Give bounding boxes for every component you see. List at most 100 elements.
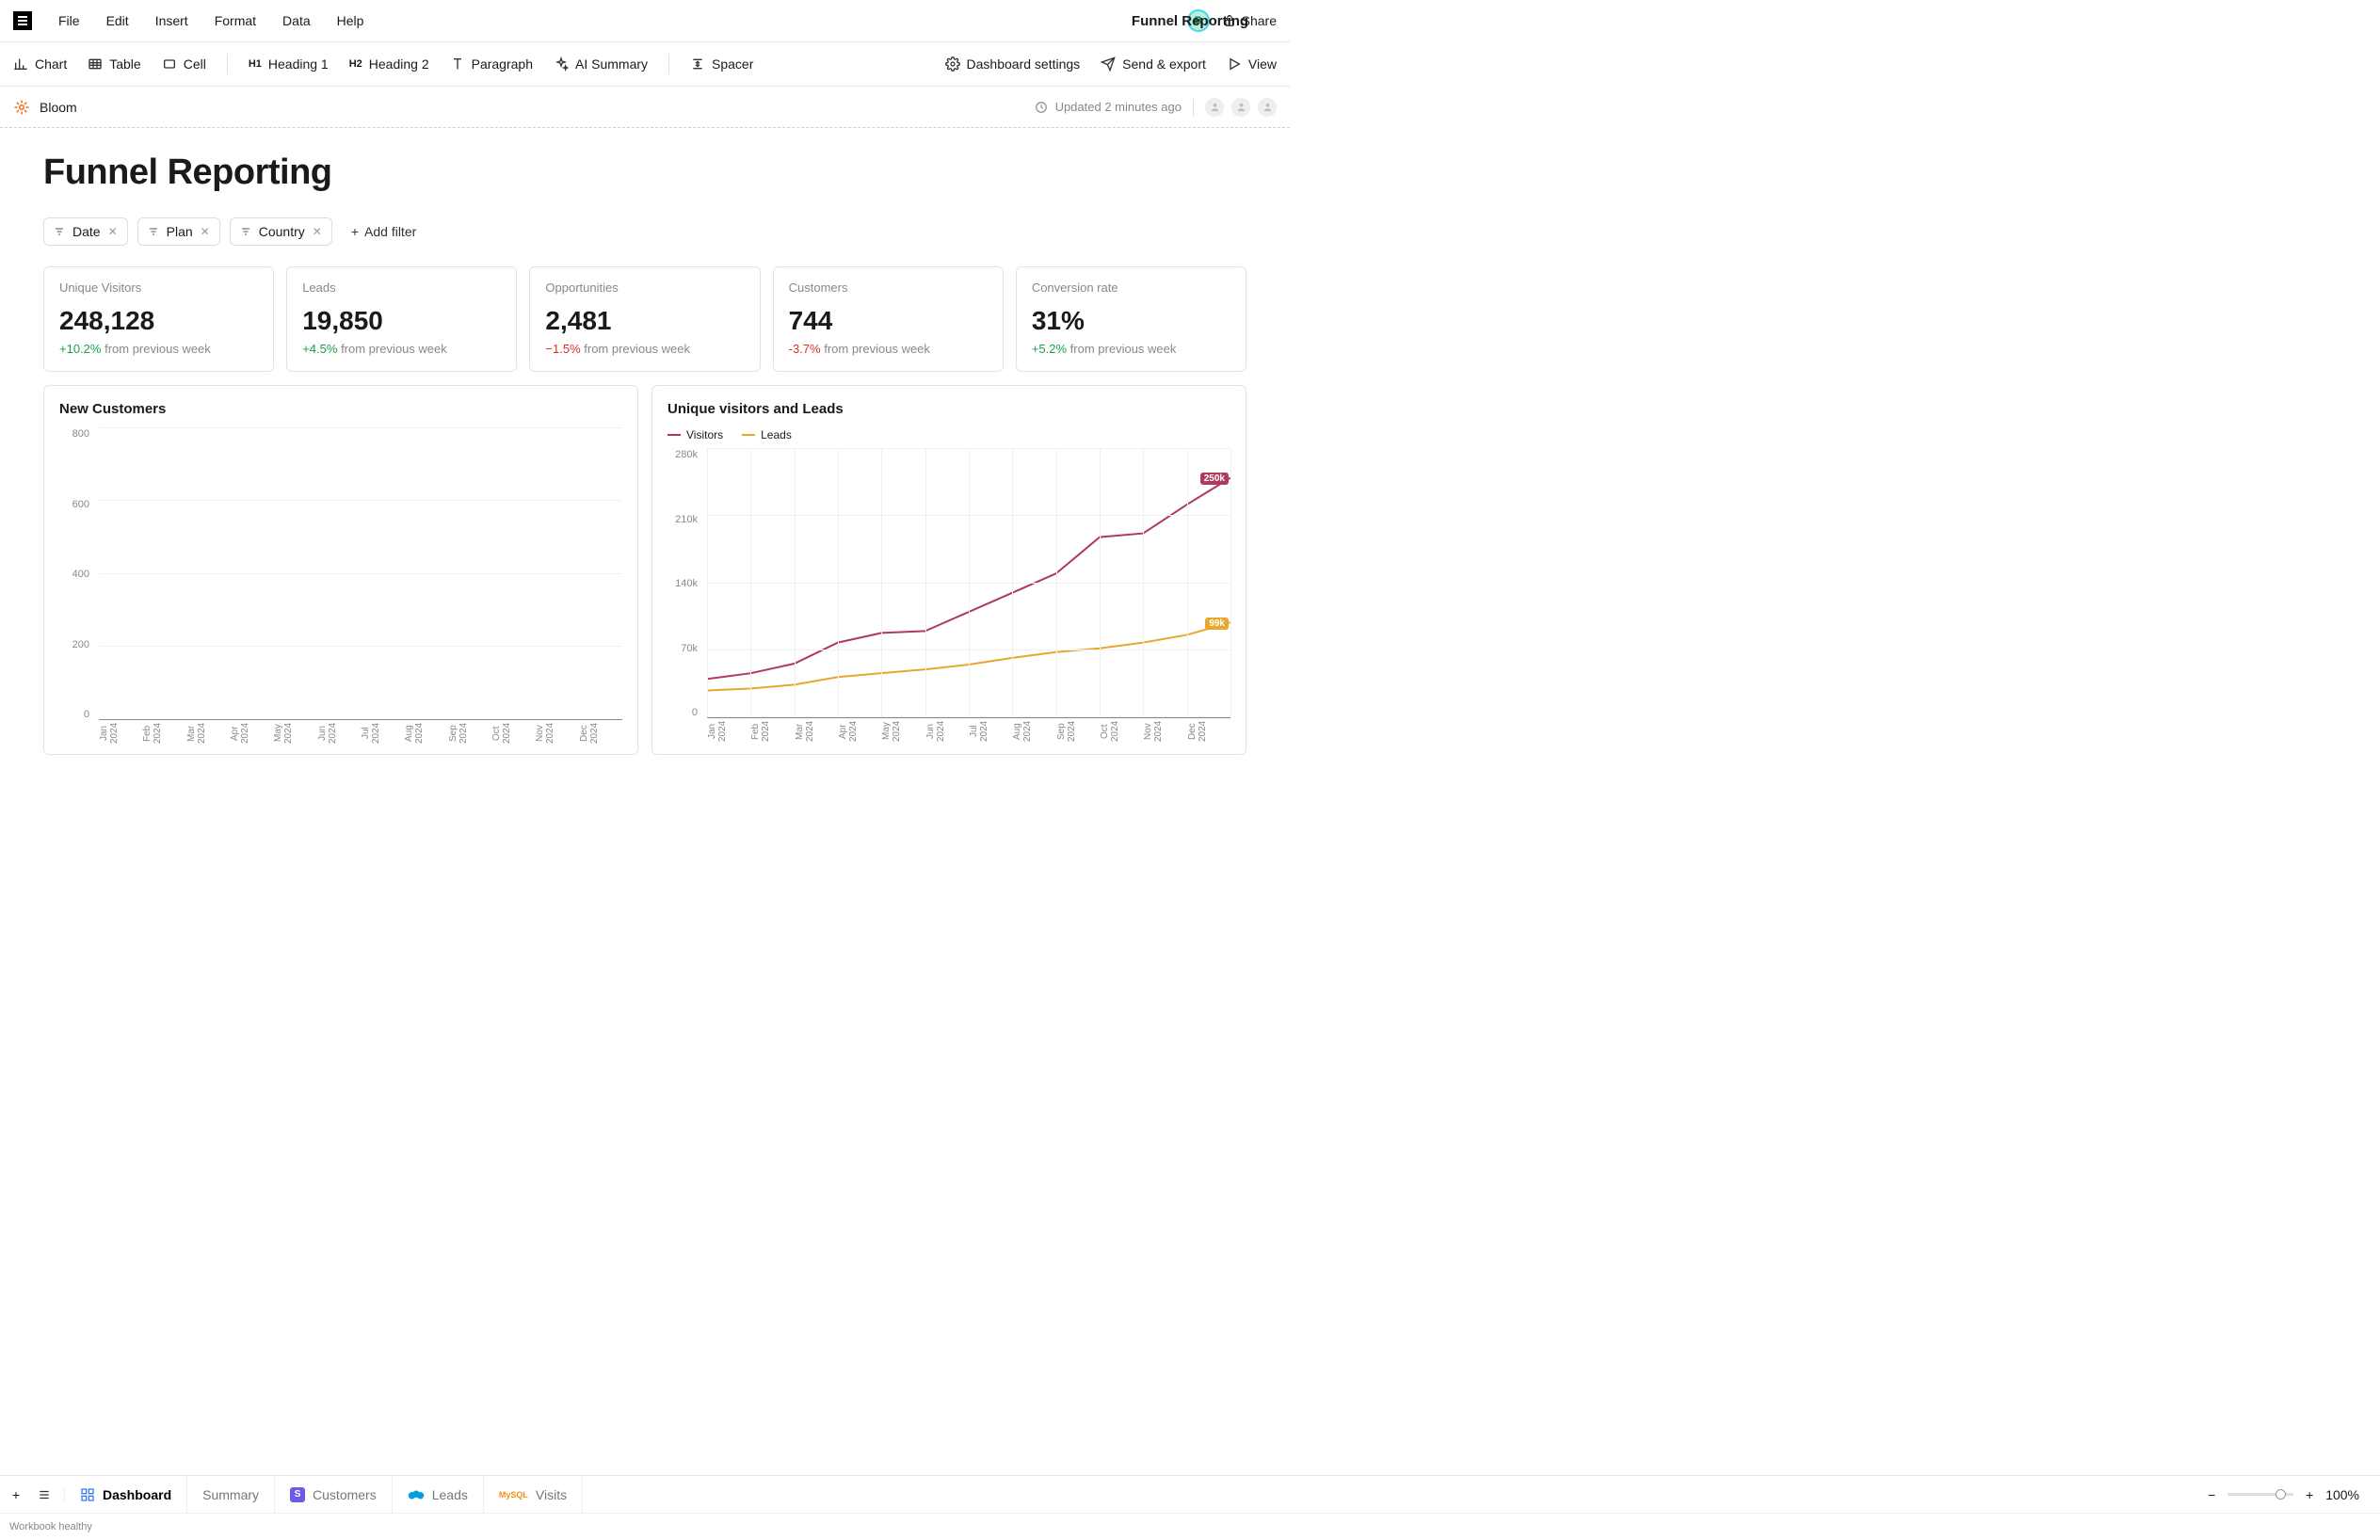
kpi-delta: +10.2% from previous week	[59, 342, 258, 356]
tab-label: Visits	[536, 1487, 567, 1502]
ai-label: AI Summary	[575, 56, 648, 72]
filter-chip-country[interactable]: Country ✕	[230, 217, 332, 246]
tab-label: Customers	[313, 1487, 377, 1502]
zoom-out-button[interactable]: −	[2203, 1486, 2220, 1503]
remove-icon[interactable]: ✕	[201, 225, 210, 238]
insert-chart-button[interactable]: Chart	[13, 56, 67, 72]
legend-item[interactable]: Visitors	[667, 428, 723, 441]
h1-icon: H1	[249, 58, 262, 70]
chart-new-customers[interactable]: New Customers 8006004002000 Jan 2024Feb …	[43, 385, 638, 755]
chart-visitors-leads[interactable]: Unique visitors and Leads VisitorsLeads …	[651, 385, 1246, 755]
presence-avatar-2[interactable]	[1231, 98, 1250, 117]
kpi-card[interactable]: Conversion rate 31% +5.2% from previous …	[1016, 266, 1246, 372]
presence-avatar-3[interactable]	[1258, 98, 1277, 117]
filter-row: Date ✕ Plan ✕ Country ✕ + Add filter	[43, 217, 1246, 246]
add-sheet-button[interactable]: +	[8, 1486, 24, 1503]
app-logo[interactable]	[13, 11, 32, 30]
chart-title: New Customers	[59, 401, 622, 417]
menu-insert[interactable]: Insert	[155, 13, 188, 28]
kpi-label: Conversion rate	[1032, 281, 1230, 295]
ai-summary-button[interactable]: AI Summary	[554, 56, 648, 72]
heading1-button[interactable]: H1 Heading 1	[249, 56, 329, 72]
menu-edit[interactable]: Edit	[106, 13, 129, 28]
zoom-slider[interactable]	[2227, 1493, 2293, 1496]
mysql-icon: MySQL	[499, 1490, 528, 1500]
legend: Visitors Leads	[667, 428, 1230, 441]
sheet-tab[interactable]: Leads	[393, 1476, 484, 1514]
salesforce-icon	[408, 1488, 425, 1501]
stripe-icon: S	[290, 1487, 305, 1502]
remove-icon[interactable]: ✕	[108, 225, 118, 238]
menu-data[interactable]: Data	[282, 13, 311, 28]
play-icon	[1227, 56, 1242, 72]
table-icon	[88, 56, 103, 72]
h1-label: Heading 1	[268, 56, 329, 72]
presence-avatar-1[interactable]	[1205, 98, 1224, 117]
separator	[227, 54, 228, 74]
filter-label: Plan	[167, 224, 193, 239]
menu-file[interactable]: File	[58, 13, 80, 28]
remove-icon[interactable]: ✕	[313, 225, 322, 238]
legend-item[interactable]: Leads	[742, 428, 792, 441]
filter-chip-date[interactable]: Date ✕	[43, 217, 128, 246]
kpi-card[interactable]: Leads 19,850 +4.5% from previous week	[286, 266, 517, 372]
send-icon	[1101, 56, 1116, 72]
kpi-card[interactable]: Customers 744 -3.7% from previous week	[773, 266, 1004, 372]
chart-row: New Customers 8006004002000 Jan 2024Feb …	[43, 385, 1246, 755]
send-export-button[interactable]: Send & export	[1101, 56, 1206, 72]
kpi-label: Unique Visitors	[59, 281, 258, 295]
send-export-label: Send & export	[1122, 56, 1206, 72]
kpi-value: 248,128	[59, 306, 258, 336]
add-filter-button[interactable]: + Add filter	[342, 218, 426, 245]
menubar: File Edit Insert Format Data Help Funnel…	[0, 0, 1290, 42]
chart-label: Chart	[35, 56, 67, 72]
menu-items: File Edit Insert Format Data Help	[58, 13, 363, 28]
menu-help[interactable]: Help	[337, 13, 364, 28]
filter-label: Country	[259, 224, 305, 239]
h2-icon: H2	[349, 58, 362, 70]
kpi-card[interactable]: Opportunities 2,481 −1.5% from previous …	[529, 266, 760, 372]
workspace-name[interactable]: Bloom	[40, 100, 77, 115]
sheet-tab[interactable]: Dashboard	[65, 1476, 187, 1514]
zoom-control: − + 100%	[2203, 1486, 2372, 1503]
sheet-tab[interactable]: MySQL Visits	[484, 1476, 583, 1514]
heading2-button[interactable]: H2 Heading 2	[349, 56, 429, 72]
tab-label: Summary	[202, 1487, 259, 1502]
text-icon	[450, 56, 465, 72]
kpi-delta: -3.7% from previous week	[789, 342, 988, 356]
dash-settings-label: Dashboard settings	[967, 56, 1081, 72]
series-end-label: 99k	[1205, 618, 1229, 630]
sheet-tab[interactable]: S Customers	[275, 1476, 393, 1514]
filter-icon	[240, 226, 251, 237]
sheet-tab[interactable]: Summary	[187, 1476, 275, 1514]
kpi-card[interactable]: Unique Visitors 248,128 +10.2% from prev…	[43, 266, 274, 372]
chart-title: Unique visitors and Leads	[667, 401, 1230, 417]
filter-icon	[148, 226, 159, 237]
paragraph-button[interactable]: Paragraph	[450, 56, 533, 72]
dashboard-settings-button[interactable]: Dashboard settings	[945, 56, 1081, 72]
kpi-value: 2,481	[545, 306, 744, 336]
h2-label: Heading 2	[369, 56, 429, 72]
status-bar: Workbook healthy	[0, 1513, 2380, 1540]
clock-icon	[1035, 101, 1048, 114]
sparkle-icon	[554, 56, 569, 72]
kpi-value: 19,850	[302, 306, 501, 336]
gear-icon	[945, 56, 960, 72]
kpi-delta: +5.2% from previous week	[1032, 342, 1230, 356]
view-button[interactable]: View	[1227, 56, 1277, 72]
spacer-button[interactable]: Spacer	[690, 56, 753, 72]
all-sheets-button[interactable]	[36, 1486, 53, 1503]
chart-icon	[13, 56, 28, 72]
menu-format[interactable]: Format	[215, 13, 256, 28]
cell-icon	[162, 56, 177, 72]
zoom-in-button[interactable]: +	[2301, 1486, 2318, 1503]
filter-label: Date	[72, 224, 101, 239]
spacer-label: Spacer	[712, 56, 753, 72]
insert-table-button[interactable]: Table	[88, 56, 140, 72]
paragraph-label: Paragraph	[472, 56, 533, 72]
filter-chip-plan[interactable]: Plan ✕	[137, 217, 220, 246]
separator	[668, 54, 669, 74]
insert-cell-button[interactable]: Cell	[162, 56, 206, 72]
add-filter-label: Add filter	[364, 224, 416, 239]
kpi-label: Opportunities	[545, 281, 744, 295]
